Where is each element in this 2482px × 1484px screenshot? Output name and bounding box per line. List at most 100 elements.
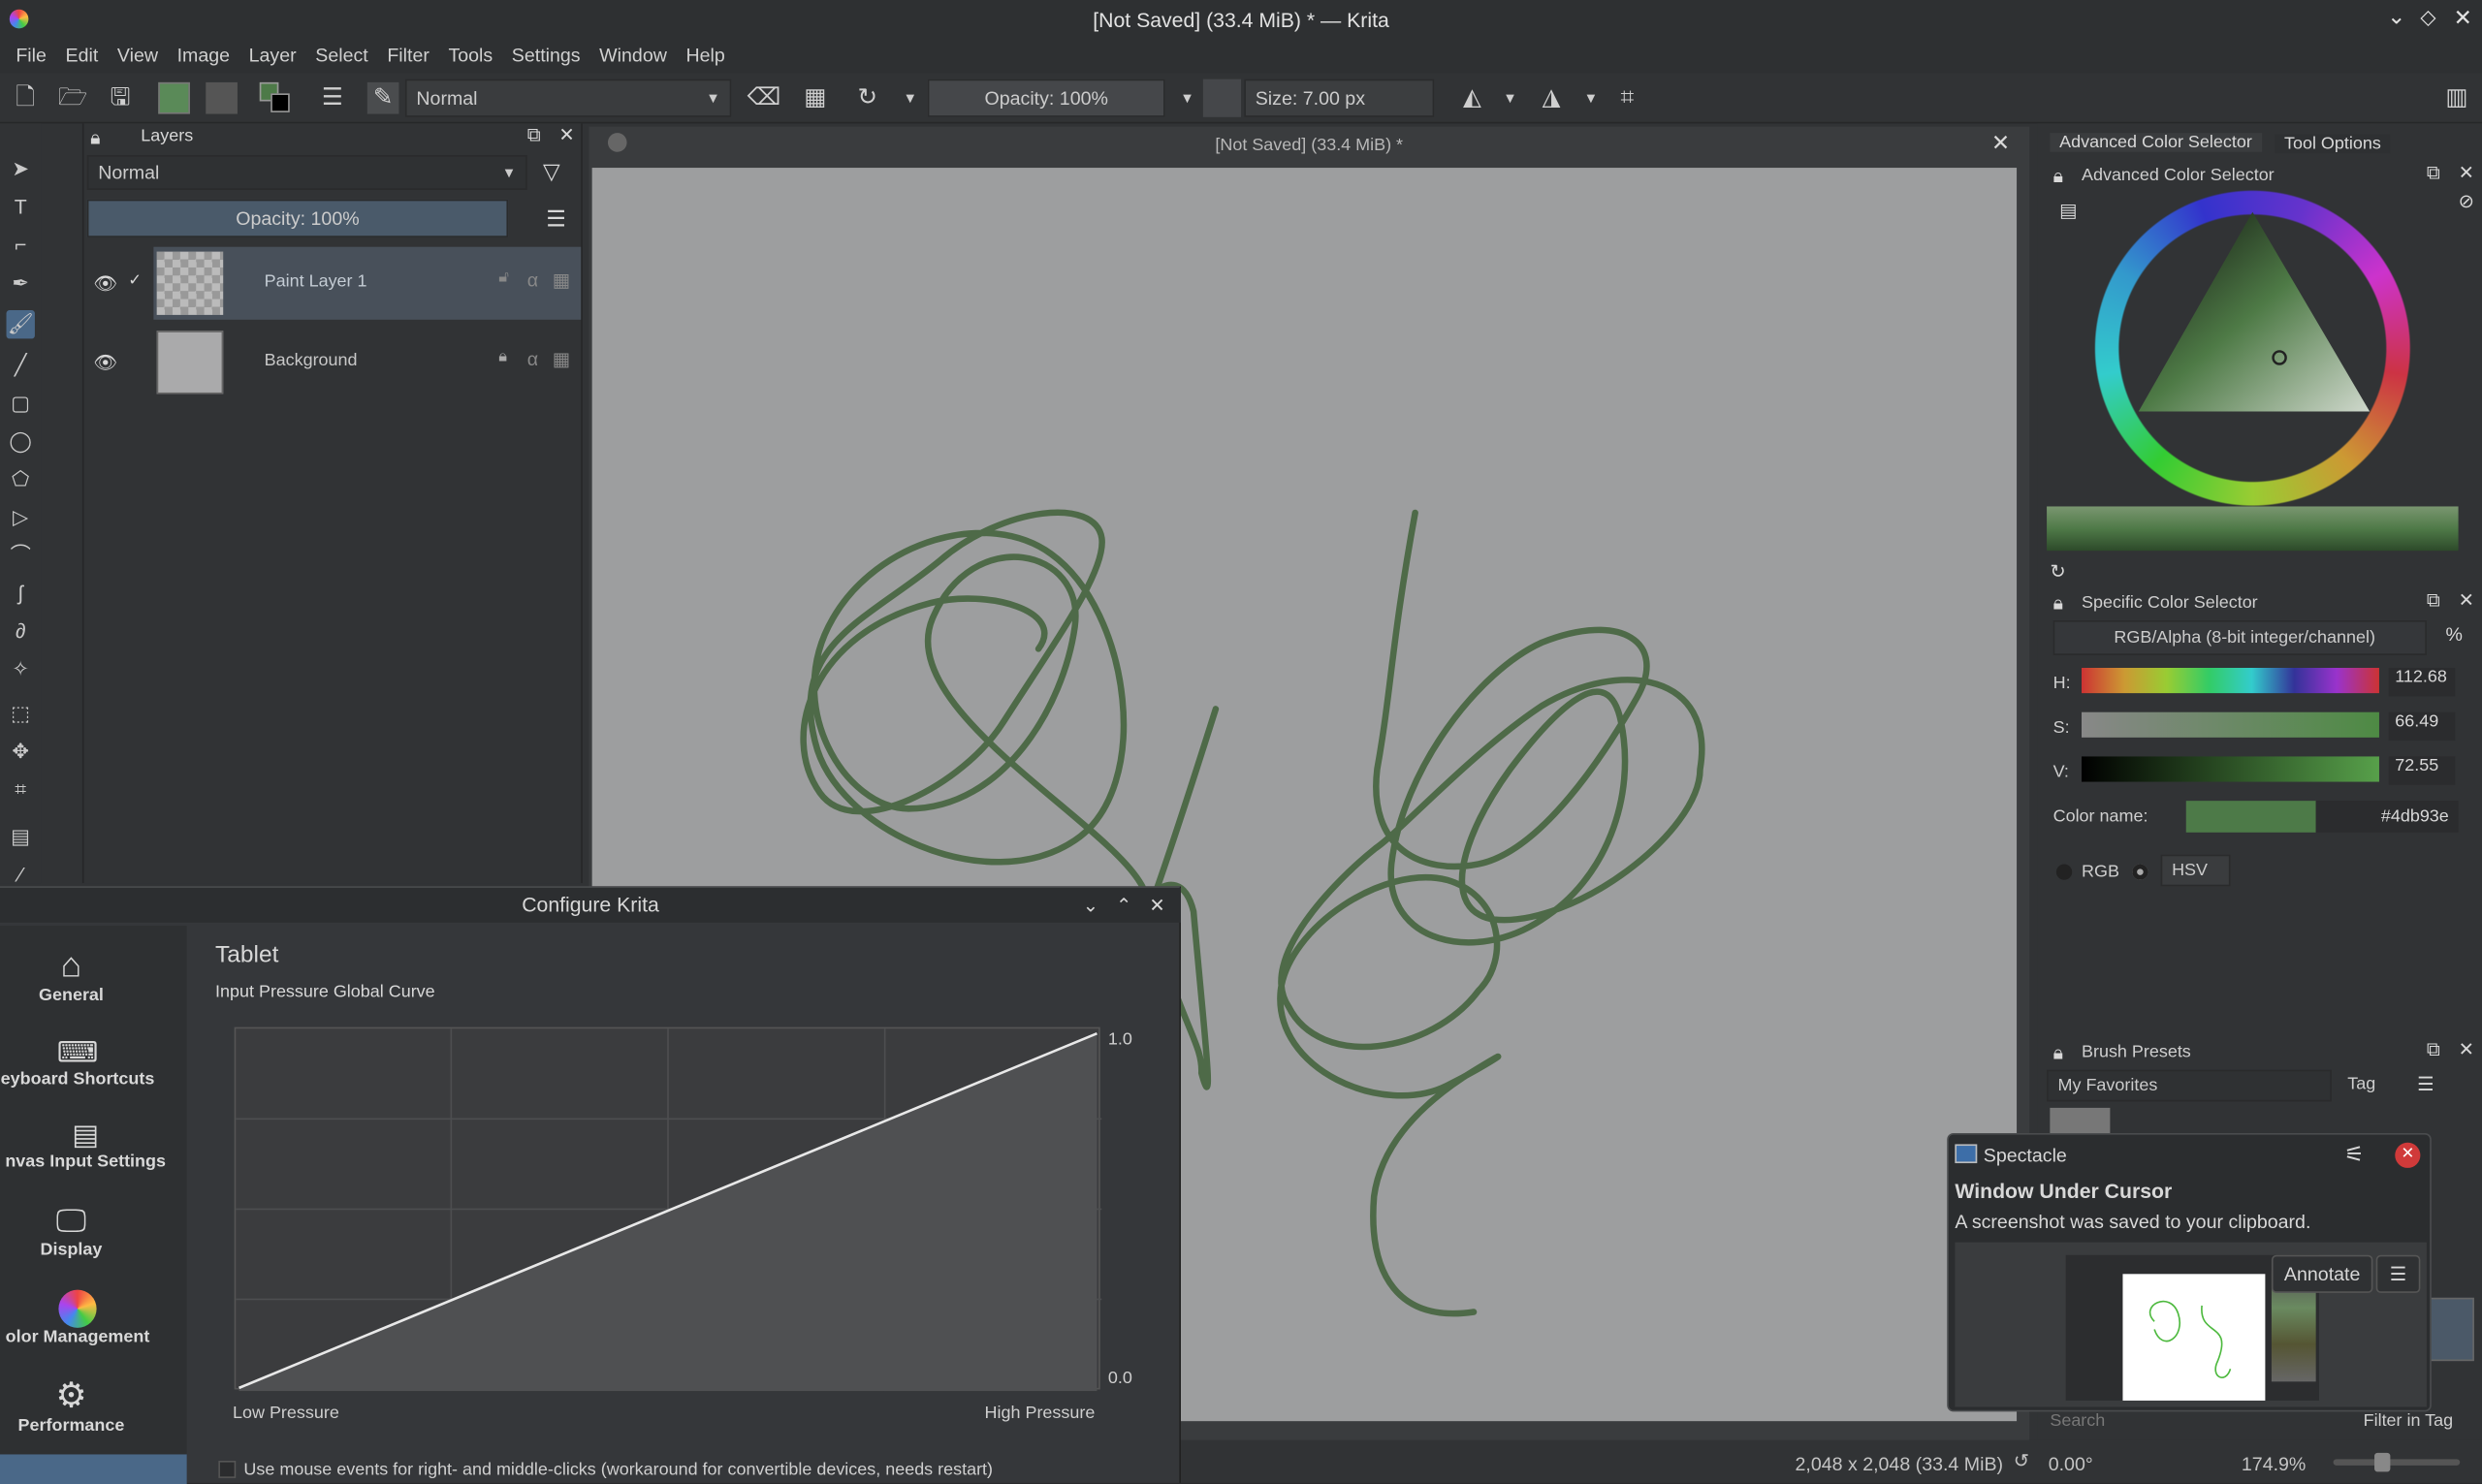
pattern-swatch-icon[interactable]	[206, 81, 238, 114]
lock-docker-icon[interactable]: 🔒︎	[2053, 165, 2063, 188]
multibrush-tool-icon[interactable]: ✧	[7, 655, 35, 683]
notification-menu-icon[interactable]: ☰	[2375, 1254, 2421, 1293]
close-docker-icon[interactable]: ✕	[2459, 162, 2474, 184]
select-shapes-tool-icon[interactable]: ➤	[7, 155, 35, 183]
wrap-around-icon[interactable]: ⌗	[1611, 82, 1643, 114]
layer-row[interactable]: Background 🔒︎ α ▦	[153, 326, 581, 398]
reload-icon[interactable]: ↻	[851, 82, 883, 114]
annotate-button[interactable]: Annotate	[2271, 1254, 2373, 1293]
menu-file[interactable]: File	[7, 45, 56, 67]
dialog-minimize-icon[interactable]: ⌄	[1083, 888, 1098, 923]
freehand-path-tool-icon[interactable]: ʃ	[7, 580, 35, 608]
polyline-tool-icon[interactable]: ▷	[7, 503, 35, 531]
layer-blend-mode-select[interactable]: Normal ▼	[86, 155, 527, 190]
menu-tools[interactable]: Tools	[439, 45, 502, 67]
close-docker-icon[interactable]: ✕	[2459, 588, 2474, 611]
clear-color-icon[interactable]: ⊘	[2459, 190, 2474, 212]
pressure-curve[interactable]	[236, 1028, 1102, 1392]
percent-toggle[interactable]: %	[2446, 623, 2463, 646]
sidebar-item-tablet[interactable]	[0, 1454, 187, 1484]
zoom-slider[interactable]	[2333, 1452, 2461, 1472]
filter-in-tag-checkbox[interactable]: Filter in Tag	[2364, 1411, 2454, 1431]
close-docker-icon[interactable]: ✕	[558, 123, 574, 145]
alpha-lock-icon[interactable]: ▦	[800, 82, 832, 114]
float-docker-icon[interactable]: ⧉	[527, 123, 541, 146]
menu-help[interactable]: Help	[677, 45, 735, 67]
close-document-icon[interactable]: ✕	[1991, 130, 2010, 157]
workspace-icon[interactable]: ▥	[2441, 82, 2473, 114]
menu-window[interactable]: Window	[589, 45, 676, 67]
layer-row[interactable]: Paint Layer 1 🔓︎ α ▦	[153, 246, 582, 320]
hue-slider[interactable]	[2082, 667, 2379, 694]
menu-filter[interactable]: Filter	[378, 45, 439, 67]
sidebar-item-color-management[interactable]: olor Management	[0, 1289, 155, 1346]
mirror-horizontal-icon[interactable]: ◭	[1456, 82, 1488, 114]
hsv-radio[interactable]	[2132, 864, 2148, 880]
eraser-icon[interactable]: ⌫	[748, 82, 781, 114]
spectacle-notification[interactable]: Spectacle ⚟ ✕ Window Under Cursor A scre…	[1947, 1133, 2432, 1412]
sidebar-item-display[interactable]: 🖵 Display	[0, 1204, 143, 1259]
opacity-slider[interactable]: Opacity: 100%	[927, 79, 1165, 117]
maximize-icon[interactable]: ◇	[2420, 5, 2435, 30]
text-tool-icon[interactable]: T	[7, 193, 35, 221]
hsv-select[interactable]: HSV	[2160, 854, 2231, 887]
brush-search[interactable]: Search	[2050, 1411, 2105, 1431]
dialog-close-icon[interactable]: ✕	[1149, 888, 1164, 923]
float-docker-icon[interactable]: ⧉	[2427, 588, 2440, 612]
move-tool-icon[interactable]: ✥	[7, 738, 35, 766]
gradient-tool-icon[interactable]: ▤	[7, 823, 35, 851]
filter-icon[interactable]: ▽	[543, 158, 560, 185]
menu-image[interactable]: Image	[168, 45, 239, 67]
notification-settings-icon[interactable]: ⚟	[2344, 1141, 2365, 1168]
menu-layer[interactable]: Layer	[239, 45, 306, 67]
save-icon[interactable]: 🖫	[105, 82, 137, 114]
bezier-tool-icon[interactable]: ⌒	[7, 541, 35, 569]
chevron-down-icon[interactable]: ▼	[1575, 82, 1607, 114]
new-document-icon[interactable]: 🗋	[10, 82, 42, 114]
menu-edit[interactable]: Edit	[56, 45, 108, 67]
close-window-icon[interactable]: ✕	[2454, 5, 2472, 32]
color-wheel[interactable]	[2094, 189, 2411, 507]
favorites-select[interactable]: My Favorites	[2047, 1069, 2332, 1102]
layer-opacity-slider[interactable]: Opacity: 100%	[86, 199, 509, 237]
alpha-icon[interactable]: α	[527, 348, 538, 370]
selector-settings-icon[interactable]: ▤	[2059, 200, 2078, 222]
calligraphy-tool-icon[interactable]: ✒	[7, 269, 35, 298]
dynamic-brush-tool-icon[interactable]: ∂	[7, 617, 35, 646]
saturation-slider[interactable]	[2082, 711, 2379, 738]
rotation-icon[interactable]: ↺	[2014, 1450, 2029, 1472]
blend-mode-select[interactable]: Normal ▼	[404, 79, 732, 117]
gradient-swatch-icon[interactable]	[158, 81, 190, 114]
inherit-alpha-icon[interactable]: ▦	[553, 348, 571, 370]
color-picker-tool-icon[interactable]: ⁄	[7, 861, 35, 889]
lock-docker-icon[interactable]: 🔒︎	[2053, 592, 2063, 616]
layer-checkbox-icon[interactable]: ✓	[128, 272, 142, 290]
rectangle-tool-icon[interactable]: ▢	[7, 390, 35, 418]
list-view-icon[interactable]: ☰	[2417, 1073, 2434, 1095]
sidebar-item-performance[interactable]: ⚙ Performance	[0, 1375, 143, 1436]
lock-docker-icon[interactable]: 🔒︎	[90, 127, 100, 150]
menu-select[interactable]: Select	[305, 45, 377, 67]
saturation-value[interactable]: 66.49	[2388, 711, 2456, 742]
zoom-slider-handle[interactable]	[2374, 1452, 2391, 1472]
color-history-bar[interactable]	[2047, 506, 2459, 552]
float-docker-icon[interactable]: ⧉	[2427, 162, 2440, 185]
tab-advanced-color-selector[interactable]: Advanced Color Selector	[2050, 133, 2262, 152]
tab-tool-options[interactable]: Tool Options	[2275, 134, 2391, 154]
transform-tool-icon[interactable]: ⬚	[7, 700, 35, 728]
brush-settings-icon[interactable]: ☰	[317, 82, 349, 114]
lock-icon[interactable]: 🔒︎	[498, 348, 507, 365]
menu-settings[interactable]: Settings	[502, 45, 589, 67]
edit-shapes-tool-icon[interactable]: ⌐	[7, 231, 35, 259]
minimize-icon[interactable]: ⌄	[2387, 3, 2405, 30]
visibility-eye-icon[interactable]: 👁︎	[93, 351, 117, 373]
open-folder-icon[interactable]: 🗁	[57, 82, 89, 114]
brush-tool-icon[interactable]: 🖌	[6, 310, 35, 339]
brush-preset-icon[interactable]: ✎	[366, 81, 399, 114]
sidebar-item-canvas-input[interactable]: ▤ nvas Input Settings	[0, 1119, 171, 1171]
polygon-tool-icon[interactable]: ⬠	[7, 465, 35, 493]
rgb-radio[interactable]	[2055, 864, 2073, 880]
color-model-select[interactable]: RGB/Alpha (8-bit integer/channel)	[2052, 620, 2427, 655]
inherit-alpha-icon[interactable]: ▦	[553, 269, 571, 292]
chevron-down-icon[interactable]: ▼	[1171, 82, 1203, 114]
